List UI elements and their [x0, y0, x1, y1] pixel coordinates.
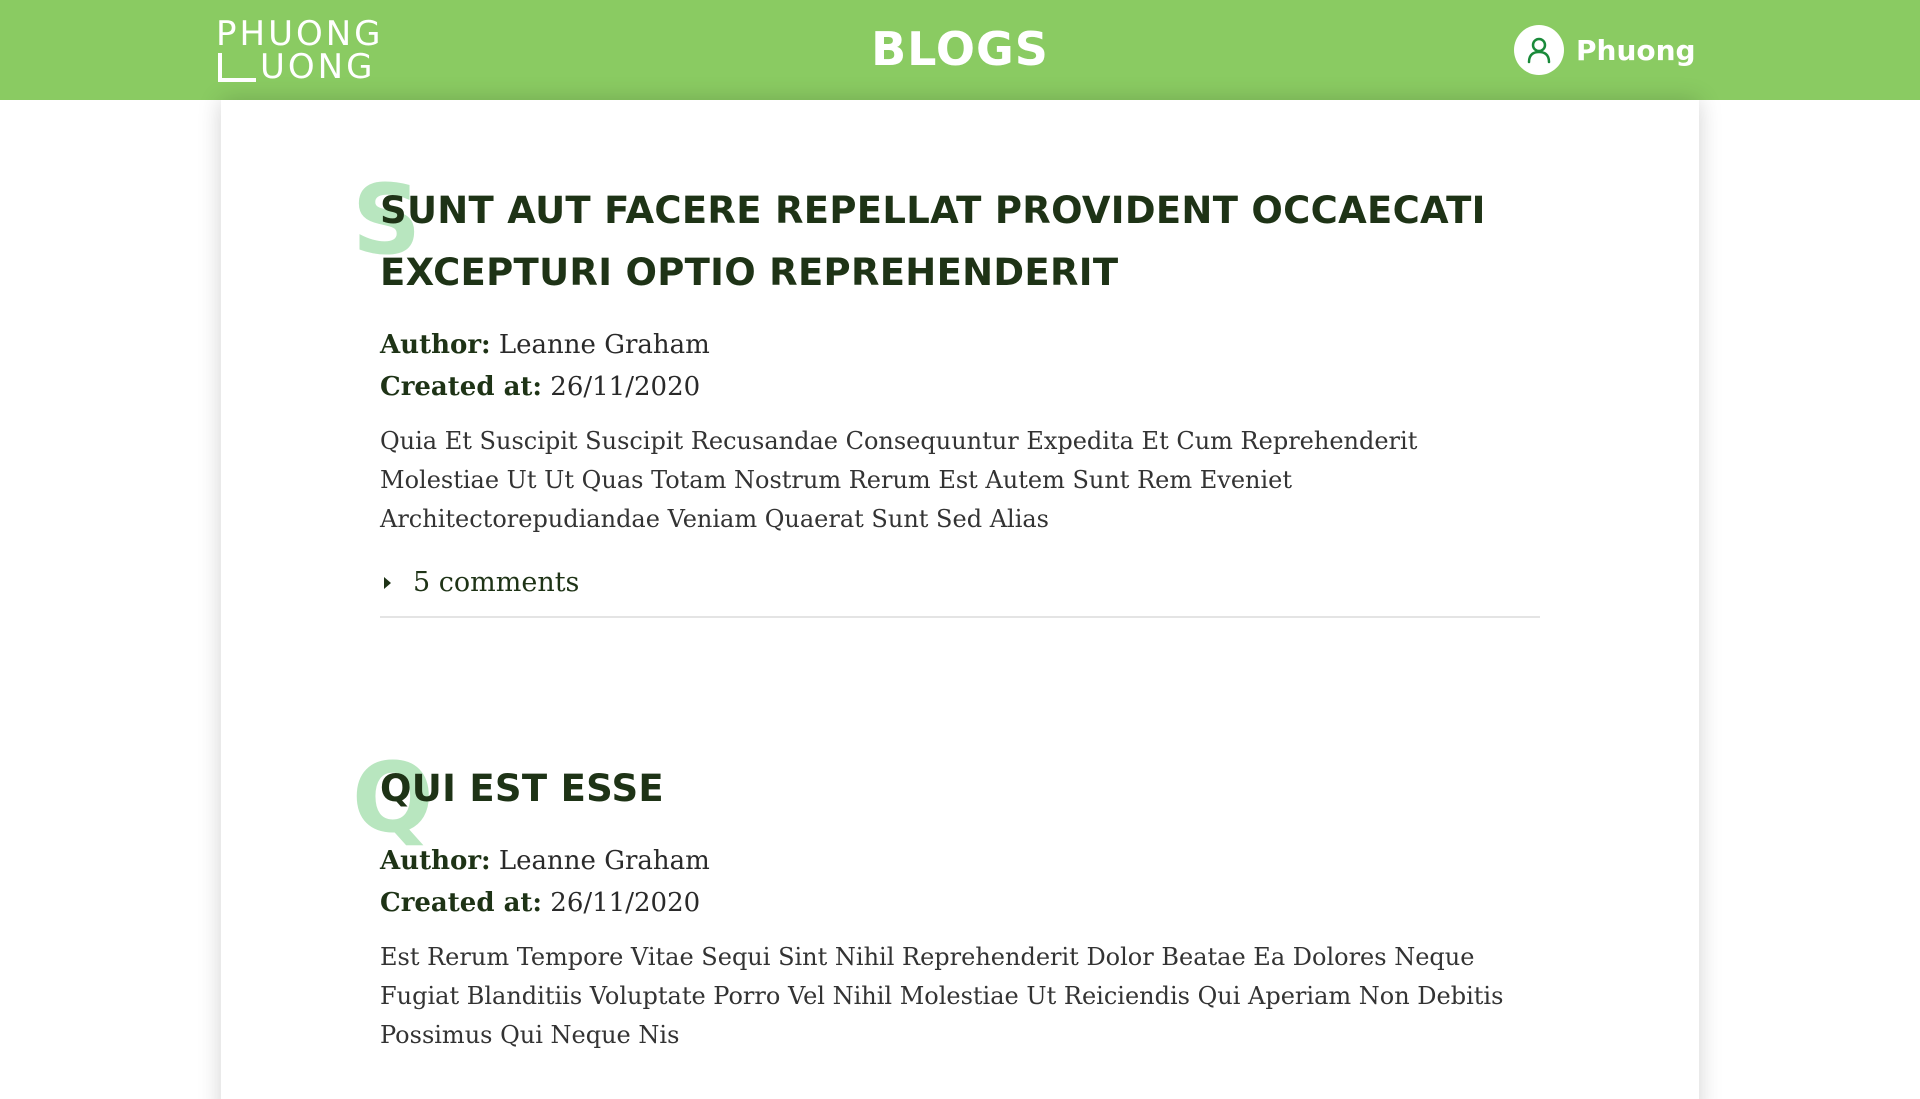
post-body: Quia Et Suscipit Suscipit Recusandae Con… — [380, 427, 1418, 533]
user-menu[interactable]: Phuong — [1514, 25, 1696, 75]
comments-toggle[interactable]: 5 comments — [380, 567, 1540, 618]
created-row: Created at: 26/11/2020 — [380, 366, 1540, 408]
blog-post: Q QUI EST ESSE Author: Leanne Graham Cre… — [352, 748, 1540, 1079]
user-name[interactable]: Phuong — [1576, 34, 1696, 67]
author-name: Leanne Graham — [498, 846, 710, 876]
created-label: Created at: — [380, 372, 543, 402]
blog-post: S SUNT AUT FACERE REPELLAT PROVIDENT OCC… — [352, 170, 1540, 618]
post-title[interactable]: SUNT AUT FACERE REPELLAT PROVIDENT OCCAE… — [380, 180, 1540, 304]
created-date: 26/11/2020 — [550, 372, 701, 402]
author-name: Leanne Graham — [498, 330, 710, 360]
top-header: PHUONG UONG BLOGS Phuong — [0, 0, 1920, 100]
created-label: Created at: — [380, 888, 543, 918]
post-body: Est Rerum Tempore Vitae Sequi Sint Nihil… — [380, 943, 1504, 1049]
user-icon — [1527, 37, 1551, 64]
post-meta: Author: Leanne Graham Created at: 26/11/… — [380, 324, 1540, 408]
author-label: Author: — [380, 330, 491, 360]
comments-count: 5 comments — [413, 567, 580, 598]
created-date: 26/11/2020 — [550, 888, 701, 918]
post-meta: Author: Leanne Graham Created at: 26/11/… — [380, 840, 1540, 924]
created-row: Created at: 26/11/2020 — [380, 882, 1540, 924]
avatar[interactable] — [1514, 25, 1564, 75]
caret-right-icon — [384, 576, 391, 589]
author-row: Author: Leanne Graham — [380, 324, 1540, 366]
post-title[interactable]: QUI EST ESSE — [380, 758, 1540, 820]
author-row: Author: Leanne Graham — [380, 840, 1540, 882]
